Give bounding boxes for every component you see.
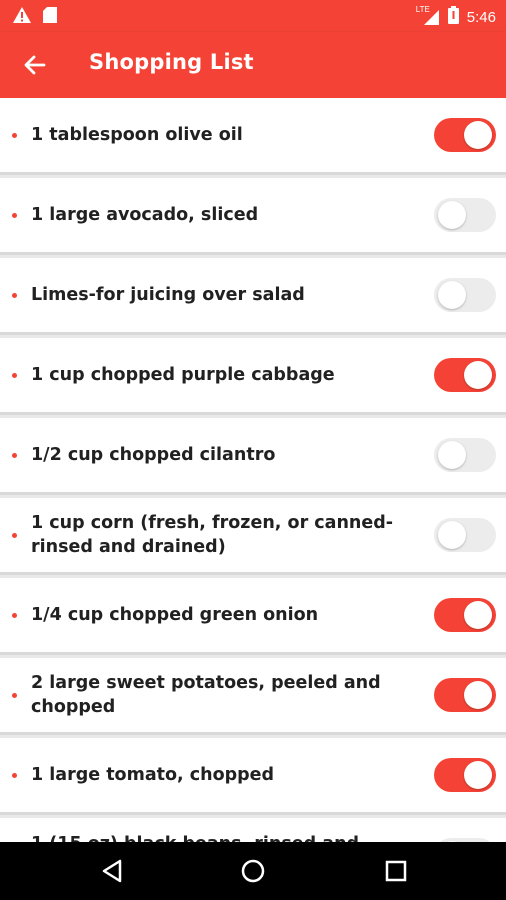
list-item: 2 large sweet potatoes, peeled and chopp… [0,658,506,735]
clock: 5:46 [466,8,496,26]
list-item: 1 cup corn (fresh, frozen, or canned-rin… [0,498,506,575]
list-item: 1 large avocado, sliced [0,178,506,255]
bullet-icon [12,613,17,618]
arrow-left-icon[interactable] [22,52,48,78]
home-circle-icon[interactable] [238,856,268,886]
toggle-knob [438,201,466,229]
toggle-knob [464,681,492,709]
item-label: 1 cup chopped purple cabbage [31,365,335,385]
list-item: Limes-for juicing over salad [0,258,506,335]
list-item: 1 large tomato, chopped [0,738,506,815]
item-label: 2 large sweet potatoes, peeled and chopp… [31,673,381,717]
shopping-list[interactable]: 1 tablespoon olive oil 1 large avocado, … [0,98,506,842]
recents-square-icon[interactable] [381,856,411,886]
item-toggle[interactable] [434,518,496,552]
bullet-icon [12,773,17,778]
list-item: 1 (15 oz) black beans, rinsed and draine… [0,818,506,842]
item-toggle[interactable] [434,678,496,712]
status-bar: LTE 5:46 [0,0,506,32]
toggle-knob [464,601,492,629]
item-label: 1 cup corn (fresh, frozen, or canned-rin… [31,513,394,557]
toggle-knob [438,281,466,309]
page-title: Shopping List [89,50,254,74]
system-nav-bar [0,842,506,900]
bullet-icon [12,693,17,698]
toggle-knob [464,121,492,149]
item-label: 1 tablespoon olive oil [31,125,243,145]
bullet-icon [12,133,17,138]
item-label: 1/2 cup chopped cilantro [31,445,276,465]
signal-icon: LTE [416,5,440,26]
list-item: 1/2 cup chopped cilantro [0,418,506,495]
bullet-icon [12,373,17,378]
item-label: 1 (15 oz) black beans, rinsed and draine… [31,832,406,842]
item-toggle[interactable] [434,438,496,472]
item-toggle[interactable] [434,758,496,792]
item-toggle[interactable] [434,358,496,392]
bullet-icon [12,293,17,298]
toggle-knob [438,441,466,469]
toggle-knob [464,361,492,389]
warning-icon [12,6,32,28]
item-toggle[interactable] [434,118,496,152]
app-bar: Shopping List [0,32,506,98]
item-label: 1 large tomato, chopped [31,765,275,785]
item-label: 1 large avocado, sliced [31,205,259,225]
item-toggle[interactable] [434,198,496,232]
bullet-icon [12,213,17,218]
item-toggle[interactable] [434,598,496,632]
bullet-icon [12,453,17,458]
toggle-knob [438,521,466,549]
item-label: Limes-for juicing over salad [31,285,305,305]
list-item: 1 cup chopped purple cabbage [0,338,506,415]
list-item: 1/4 cup chopped green onion [0,578,506,655]
sd-card-icon [42,6,58,28]
list-item: 1 tablespoon olive oil [0,98,506,175]
battery-icon [447,6,459,28]
bullet-icon [12,533,17,538]
toggle-knob [464,761,492,789]
item-label: 1/4 cup chopped green onion [31,605,319,625]
back-triangle-icon[interactable] [98,856,128,886]
item-toggle[interactable] [434,278,496,312]
